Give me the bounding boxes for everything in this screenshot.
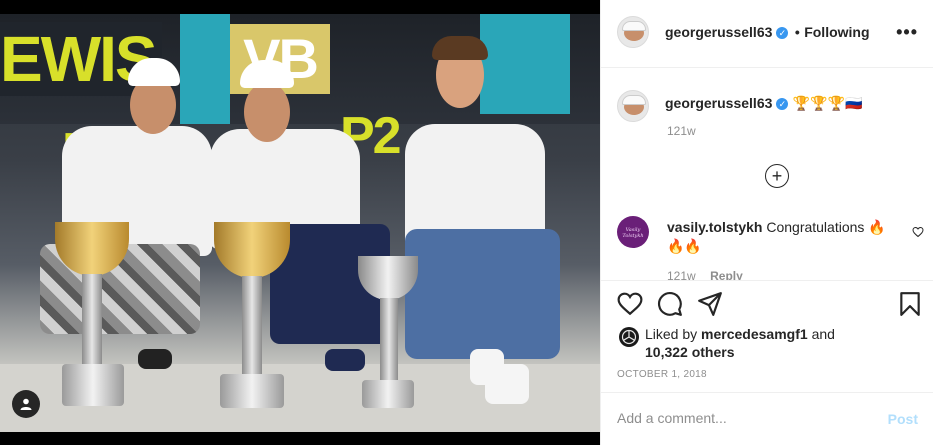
- caption-time: 121w: [667, 124, 696, 138]
- paper-plane-icon[interactable]: [697, 291, 723, 317]
- avatar[interactable]: [617, 90, 649, 122]
- comment-meta: 121w Reply: [667, 267, 743, 280]
- caption-text: 🏆🏆🏆🇷🇺: [792, 95, 863, 111]
- add-comment-bar: Post: [601, 392, 933, 445]
- caption-row: georgerussell63 ✓ 🏆🏆🏆🇷🇺: [665, 94, 863, 113]
- comment-body: vasily.tolstykh Congratulations 🔥🔥🔥: [667, 218, 893, 256]
- user-icon[interactable]: [12, 390, 40, 418]
- comments-section: georgerussell63 ✓ 🏆🏆🏆🇷🇺 121w + Vasily Tol…: [601, 68, 933, 280]
- avatar[interactable]: Vasily Tolstykh: [617, 216, 649, 248]
- comment-input[interactable]: [617, 410, 867, 426]
- plus-circle-icon[interactable]: +: [765, 164, 789, 188]
- ellipsis-icon[interactable]: •••: [896, 22, 918, 43]
- crowd-member: [180, 14, 230, 124]
- reply-button[interactable]: Reply: [710, 269, 743, 280]
- post-header: georgerussell63 ✓ • Following •••: [601, 0, 933, 68]
- verified-badge-icon: ✓: [776, 26, 789, 39]
- post-actions: Liked by mercedesamgf1 and 10,322 others…: [601, 280, 933, 392]
- comment-time: 121w: [667, 269, 696, 280]
- avatar[interactable]: [617, 16, 649, 48]
- following-button[interactable]: Following: [804, 24, 869, 40]
- comment-username[interactable]: vasily.tolstykh: [667, 219, 762, 235]
- header-user-row: georgerussell63 ✓ • Following: [665, 24, 870, 42]
- mercedes-star-icon: [621, 329, 637, 345]
- post-button[interactable]: Post: [888, 411, 918, 427]
- verified-badge-icon: ✓: [776, 97, 789, 110]
- likes-prefix: Liked by: [645, 326, 698, 342]
- likes-count[interactable]: 10,322 others: [645, 344, 735, 360]
- post-photo[interactable]: EWIS VB P1 P2: [0, 0, 600, 445]
- header-username[interactable]: georgerussell63: [665, 24, 772, 40]
- post-side-panel: georgerussell63 ✓ • Following ••• georger…: [600, 0, 933, 445]
- photo-scene: EWIS VB P1 P2: [0, 14, 600, 432]
- caption-username[interactable]: georgerussell63: [665, 95, 772, 111]
- liked-by-username[interactable]: mercedesamgf1: [701, 326, 808, 342]
- comment-like-heart-icon[interactable]: [912, 226, 924, 238]
- liker-avatar[interactable]: [619, 327, 639, 347]
- header-separator: •: [794, 24, 800, 40]
- post-date[interactable]: October 1, 2018: [617, 369, 707, 380]
- comment-icon[interactable]: [657, 291, 683, 317]
- crowd-member: [480, 14, 570, 114]
- likes-and: and: [811, 326, 835, 342]
- bookmark-icon[interactable]: [897, 291, 923, 317]
- likes-summary: Liked by mercedesamgf1 and 10,322 others: [645, 325, 835, 361]
- heart-icon[interactable]: [617, 291, 643, 317]
